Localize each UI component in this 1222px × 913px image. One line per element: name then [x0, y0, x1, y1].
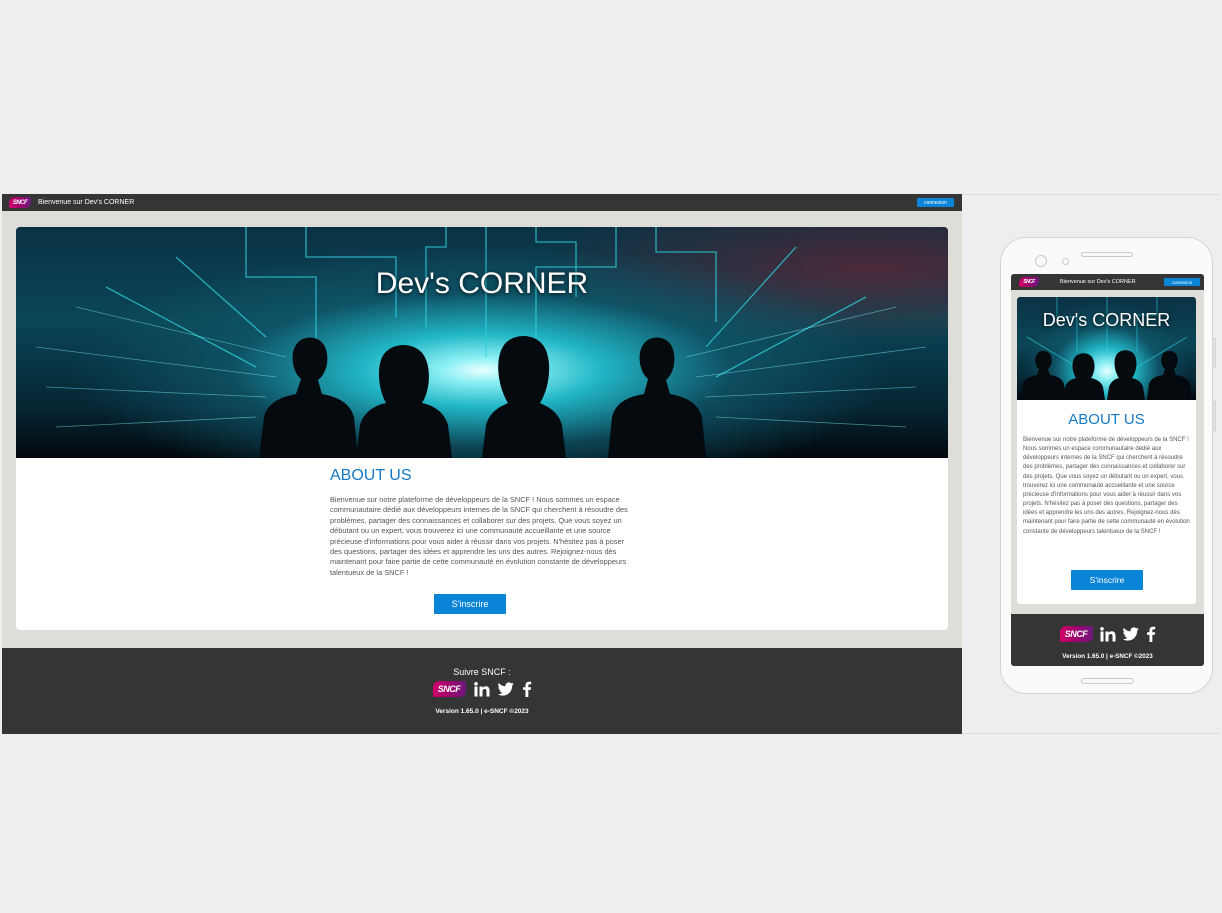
- sensor-icon: [1062, 258, 1069, 265]
- separator-line-top: [962, 194, 1220, 195]
- about-section: ABOUT US Bienvenue sur notre plateforme …: [330, 467, 636, 578]
- social-icons: SNCF: [2, 681, 962, 697]
- sncf-logo[interactable]: SNCF: [9, 197, 31, 208]
- top-bar: SNCF Bienvenue sur Dev's CORNER connexio…: [2, 194, 962, 211]
- sncf-logo-icon[interactable]: SNCF: [432, 681, 466, 697]
- home-bar: [1081, 678, 1134, 684]
- welcome-text: Bienvenue sur Dev's CORNER: [38, 199, 135, 206]
- linkedin-icon[interactable]: [473, 681, 490, 697]
- connexion-button[interactable]: connexion: [1164, 278, 1200, 286]
- speaker-icon: [1081, 252, 1133, 257]
- sncf-logo[interactable]: SNCF: [1019, 277, 1039, 287]
- signup-button[interactable]: S'inscrire: [1071, 570, 1143, 590]
- mobile-top-bar: SNCF Bienvenue sur Dev's CORNER connexio…: [1011, 274, 1204, 290]
- facebook-icon[interactable]: [522, 681, 532, 697]
- footer: Suivre SNCF : SNCF Version 1.65.0 | e-SN…: [2, 648, 962, 734]
- hero-banner: Dev's CORNER: [16, 227, 948, 458]
- hero-title: Dev's CORNER: [1042, 310, 1171, 330]
- desktop-preview: SNCF Bienvenue sur Dev's CORNER connexio…: [2, 194, 962, 734]
- social-icons: SNCF: [1011, 626, 1204, 642]
- separator-line-bottom: [962, 733, 1220, 734]
- about-title: ABOUT US: [1068, 411, 1145, 428]
- connexion-button[interactable]: connexion: [917, 198, 954, 207]
- about-text: Bienvenue sur notre plateforme de dévelo…: [1023, 437, 1190, 535]
- twitter-icon[interactable]: [497, 682, 514, 696]
- linkedin-icon[interactable]: [1099, 626, 1116, 642]
- about-title: ABOUT US: [330, 467, 412, 484]
- twitter-icon[interactable]: [1122, 627, 1139, 641]
- mobile-card: Dev's CORNER ABOUT US Bienvenue sur notr…: [1017, 297, 1196, 604]
- hero-title: Dev's CORNER: [375, 267, 589, 300]
- signup-button[interactable]: S'inscrire: [434, 594, 506, 614]
- phone-preview: SNCF Bienvenue sur Dev's CORNER connexio…: [1000, 237, 1216, 694]
- facebook-icon[interactable]: [1146, 626, 1156, 642]
- welcome-text: Bienvenue sur Dev's CORNER: [1060, 279, 1136, 285]
- mobile-footer: SNCF Version 1.65.0 | e-SNCF ©2023: [1011, 614, 1204, 666]
- main-card: Dev's CORNER ABOUT US Bienvenue sur notr…: [16, 227, 948, 630]
- camera-icon: [1035, 255, 1047, 267]
- phone-screen: SNCF Bienvenue sur Dev's CORNER connexio…: [1011, 274, 1204, 666]
- phone-side-button: [1213, 338, 1216, 368]
- follow-label: Suivre SNCF :: [453, 667, 511, 677]
- sncf-logo-icon[interactable]: SNCF: [1059, 626, 1093, 642]
- about-text: Bienvenue sur notre plateforme de dévelo…: [330, 495, 628, 577]
- phone-side-button: [1213, 401, 1216, 431]
- hero-illustration: [35, 227, 927, 458]
- version-text: Version 1.65.0 | e-SNCF ©2023: [1062, 653, 1153, 660]
- mobile-hero-banner: Dev's CORNER: [1017, 297, 1196, 400]
- version-text: Version 1.65.0 | e-SNCF ©2023: [435, 708, 529, 715]
